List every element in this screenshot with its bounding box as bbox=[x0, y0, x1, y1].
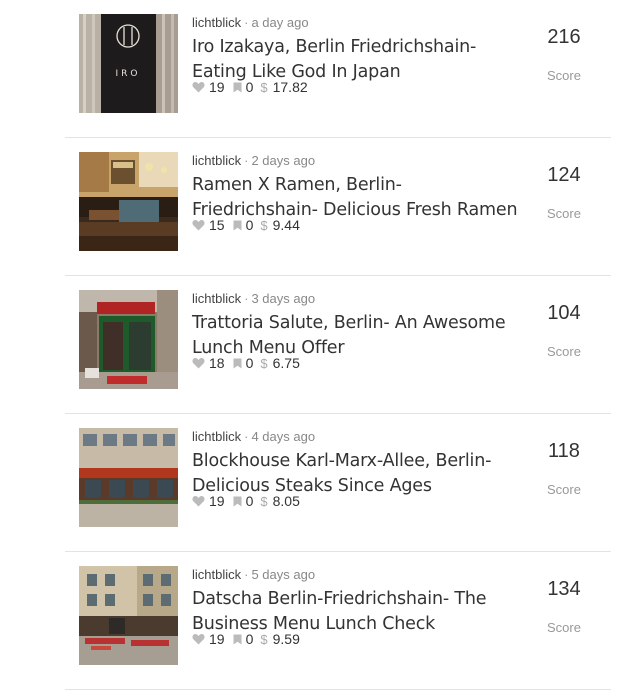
score-label: Score bbox=[547, 620, 581, 635]
flag-count: 0 bbox=[245, 355, 254, 371]
dollar-icon: $ bbox=[260, 355, 268, 371]
flag-count: 0 bbox=[245, 217, 254, 233]
flag-icon[interactable] bbox=[233, 496, 242, 507]
like-count: 18 bbox=[209, 355, 225, 371]
flag-icon[interactable] bbox=[233, 358, 242, 369]
post-thumbnail[interactable] bbox=[79, 566, 178, 665]
meta-separator: · bbox=[244, 291, 249, 306]
meta-separator: · bbox=[244, 567, 249, 582]
score-box: 134 Score bbox=[534, 576, 594, 636]
heart-icon[interactable] bbox=[192, 219, 205, 231]
post-thumbnail[interactable] bbox=[79, 290, 178, 389]
flag-icon[interactable] bbox=[233, 220, 242, 231]
flag-count: 0 bbox=[245, 79, 254, 95]
like-count: 15 bbox=[209, 217, 225, 233]
post-feed: IRO lichtblick · a day ago Iro Izakaya, Be… bbox=[0, 0, 640, 698]
score-value: 124 bbox=[547, 164, 581, 186]
post-card: lichtblick · 4 days ago Blockhouse Karl-Ma… bbox=[65, 414, 611, 552]
flag-icon[interactable] bbox=[233, 634, 242, 645]
dollar-icon: $ bbox=[260, 631, 268, 647]
post-stats: 19 0 $ 9.59 bbox=[192, 629, 300, 649]
post-author[interactable]: lichtblick bbox=[192, 15, 241, 30]
post-time[interactable]: 2 days ago bbox=[251, 153, 315, 168]
like-count: 19 bbox=[209, 493, 225, 509]
score-label: Score bbox=[547, 344, 581, 359]
score-label: Score bbox=[547, 482, 581, 497]
post-card: lichtblick · 5 days ago Datscha Berlin-Fri… bbox=[65, 552, 611, 690]
score-label: Score bbox=[547, 206, 581, 221]
trattoria-storefront-photo bbox=[79, 290, 178, 389]
post-author[interactable]: lichtblick bbox=[192, 153, 241, 168]
heart-icon[interactable] bbox=[192, 357, 205, 369]
post-time[interactable]: 4 days ago bbox=[251, 429, 315, 444]
meta-separator: · bbox=[244, 153, 249, 168]
score-value: 134 bbox=[547, 578, 581, 600]
post-time[interactable]: a day ago bbox=[251, 15, 308, 30]
post-author[interactable]: lichtblick bbox=[192, 429, 241, 444]
post-thumbnail[interactable]: IRO bbox=[79, 14, 178, 113]
post-thumbnail[interactable] bbox=[79, 152, 178, 251]
post-author[interactable]: lichtblick bbox=[192, 567, 241, 582]
post-stats: 18 0 $ 6.75 bbox=[192, 353, 300, 373]
payout-value[interactable]: 8.05 bbox=[273, 493, 300, 509]
dollar-icon: $ bbox=[260, 79, 268, 95]
like-count: 19 bbox=[209, 631, 225, 647]
post-author[interactable]: lichtblick bbox=[192, 291, 241, 306]
heart-icon[interactable] bbox=[192, 495, 205, 507]
score-box: 216 Score bbox=[534, 24, 594, 84]
blockhouse-facade-photo bbox=[79, 428, 178, 527]
post-card: lichtblick · 2 days ago Ramen X Ramen, Ber… bbox=[65, 138, 611, 276]
flag-count: 0 bbox=[245, 631, 254, 647]
score-value: 216 bbox=[547, 26, 581, 48]
payout-value[interactable]: 9.59 bbox=[273, 631, 300, 647]
meta-separator: · bbox=[244, 429, 249, 444]
post-time[interactable]: 5 days ago bbox=[251, 567, 315, 582]
post-time[interactable]: 3 days ago bbox=[251, 291, 315, 306]
svg-text:IRO: IRO bbox=[116, 69, 141, 79]
dollar-icon: $ bbox=[260, 217, 268, 233]
payout-value[interactable]: 9.44 bbox=[273, 217, 300, 233]
like-count: 19 bbox=[209, 79, 225, 95]
meta-separator: · bbox=[244, 15, 249, 30]
post-card: IRO lichtblick · a day ago Iro Izakaya, Be… bbox=[65, 0, 611, 138]
payout-value[interactable]: 6.75 bbox=[273, 355, 300, 371]
payout-value[interactable]: 17.82 bbox=[273, 79, 308, 95]
flag-icon[interactable] bbox=[233, 82, 242, 93]
score-value: 104 bbox=[547, 302, 581, 324]
post-card: lichtblick · 3 days ago Trattoria Salute, … bbox=[65, 276, 611, 414]
score-value: 118 bbox=[548, 440, 580, 462]
post-stats: 19 0 $ 8.05 bbox=[192, 491, 300, 511]
dollar-icon: $ bbox=[260, 493, 268, 509]
flag-count: 0 bbox=[245, 493, 254, 509]
score-label: Score bbox=[547, 68, 581, 83]
score-box: 104 Score bbox=[534, 300, 594, 360]
heart-icon[interactable] bbox=[192, 81, 205, 93]
datscha-terrace-photo bbox=[79, 566, 178, 665]
iro-izakaya-photo: IRO bbox=[79, 14, 178, 113]
post-thumbnail[interactable] bbox=[79, 428, 178, 527]
ramen-interior-photo bbox=[79, 152, 178, 251]
score-box: 124 Score bbox=[534, 162, 594, 222]
score-box: 118 Score bbox=[534, 438, 594, 498]
heart-icon[interactable] bbox=[192, 633, 205, 645]
post-stats: 19 0 $ 17.82 bbox=[192, 77, 308, 97]
post-stats: 15 0 $ 9.44 bbox=[192, 215, 300, 235]
